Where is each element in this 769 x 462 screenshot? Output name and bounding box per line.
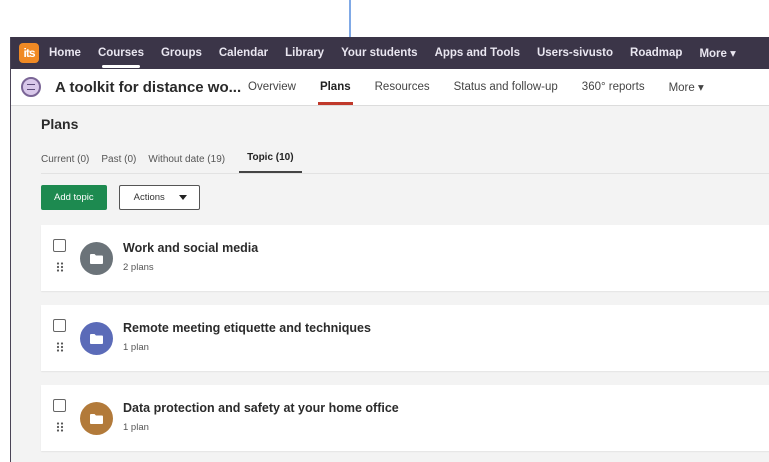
subtab-current[interactable]: Current (0) (41, 154, 89, 173)
tab-overview[interactable]: Overview (248, 81, 296, 93)
folder-icon (80, 402, 113, 435)
actions-dropdown[interactable]: Actions (118, 185, 200, 210)
top-navigation: its Home Courses Groups Calendar Library… (11, 37, 769, 69)
nav-more[interactable]: More ▾ (699, 46, 735, 60)
topic-plan-count: 2 plans (123, 262, 154, 273)
select-checkbox[interactable] (53, 239, 66, 252)
plan-filter-tabs: Current (0) Past (0) Without date (19) T… (41, 152, 769, 174)
tab-360-reports[interactable]: 360° reports (582, 81, 645, 93)
folder-icon (80, 322, 113, 355)
course-title: A toolkit for distance wo... (55, 78, 242, 96)
actions-label: Actions (133, 192, 165, 203)
course-bar: A toolkit for distance wo... Overview Pl… (11, 69, 769, 106)
drag-handle-icon[interactable] (56, 262, 64, 272)
drag-handle-icon[interactable] (56, 422, 64, 432)
nav-users-sivusto[interactable]: Users-sivusto (537, 47, 613, 59)
subtab-topic[interactable]: Topic (10) (239, 152, 302, 173)
topic-title[interactable]: Work and social media (123, 241, 258, 255)
topic-title[interactable]: Remote meeting etiquette and techniques (123, 321, 371, 335)
page-title: Plans (41, 116, 79, 132)
app-window: its Home Courses Groups Calendar Library… (10, 37, 769, 462)
tab-status-and-follow-up[interactable]: Status and follow-up (454, 81, 558, 93)
topic-list: Work and social media 2 plans Remote mee… (41, 225, 769, 451)
subtab-past[interactable]: Past (0) (101, 154, 136, 173)
add-topic-button[interactable]: Add topic (41, 185, 107, 210)
actions-row: Add topic Actions (41, 185, 769, 210)
topic-title[interactable]: Data protection and safety at your home … (123, 401, 399, 415)
topic-plan-count: 1 plan (123, 342, 149, 353)
folder-icon (80, 242, 113, 275)
menu-lines-icon (27, 84, 35, 90)
nav-apps-and-tools[interactable]: Apps and Tools (435, 47, 520, 59)
app-logo[interactable]: its (19, 43, 39, 63)
caret-down-icon (178, 195, 187, 200)
topic-plan-count: 1 plan (123, 422, 149, 433)
topic-card[interactable]: Work and social media 2 plans (41, 225, 769, 291)
nav-roadmap[interactable]: Roadmap (630, 47, 682, 59)
course-icon[interactable] (21, 77, 41, 97)
select-checkbox[interactable] (53, 399, 66, 412)
subtab-without-date[interactable]: Without date (19) (148, 154, 225, 173)
topic-card[interactable]: Remote meeting etiquette and techniques … (41, 305, 769, 371)
tab-plans[interactable]: Plans (317, 81, 353, 105)
nav-calendar[interactable]: Calendar (219, 47, 268, 59)
nav-courses[interactable]: Courses (98, 47, 144, 68)
nav-library[interactable]: Library (285, 47, 324, 59)
tab-more[interactable]: More ▾ (669, 80, 704, 94)
nav-your-students[interactable]: Your students (341, 47, 417, 59)
nav-home[interactable]: Home (49, 47, 81, 59)
main-content: Plans Current (0) Past (0) Without date … (11, 106, 769, 451)
nav-groups[interactable]: Groups (161, 47, 202, 59)
drag-handle-icon[interactable] (56, 342, 64, 352)
tab-resources[interactable]: Resources (375, 81, 430, 93)
topic-card[interactable]: Data protection and safety at your home … (41, 385, 769, 451)
select-checkbox[interactable] (53, 319, 66, 332)
